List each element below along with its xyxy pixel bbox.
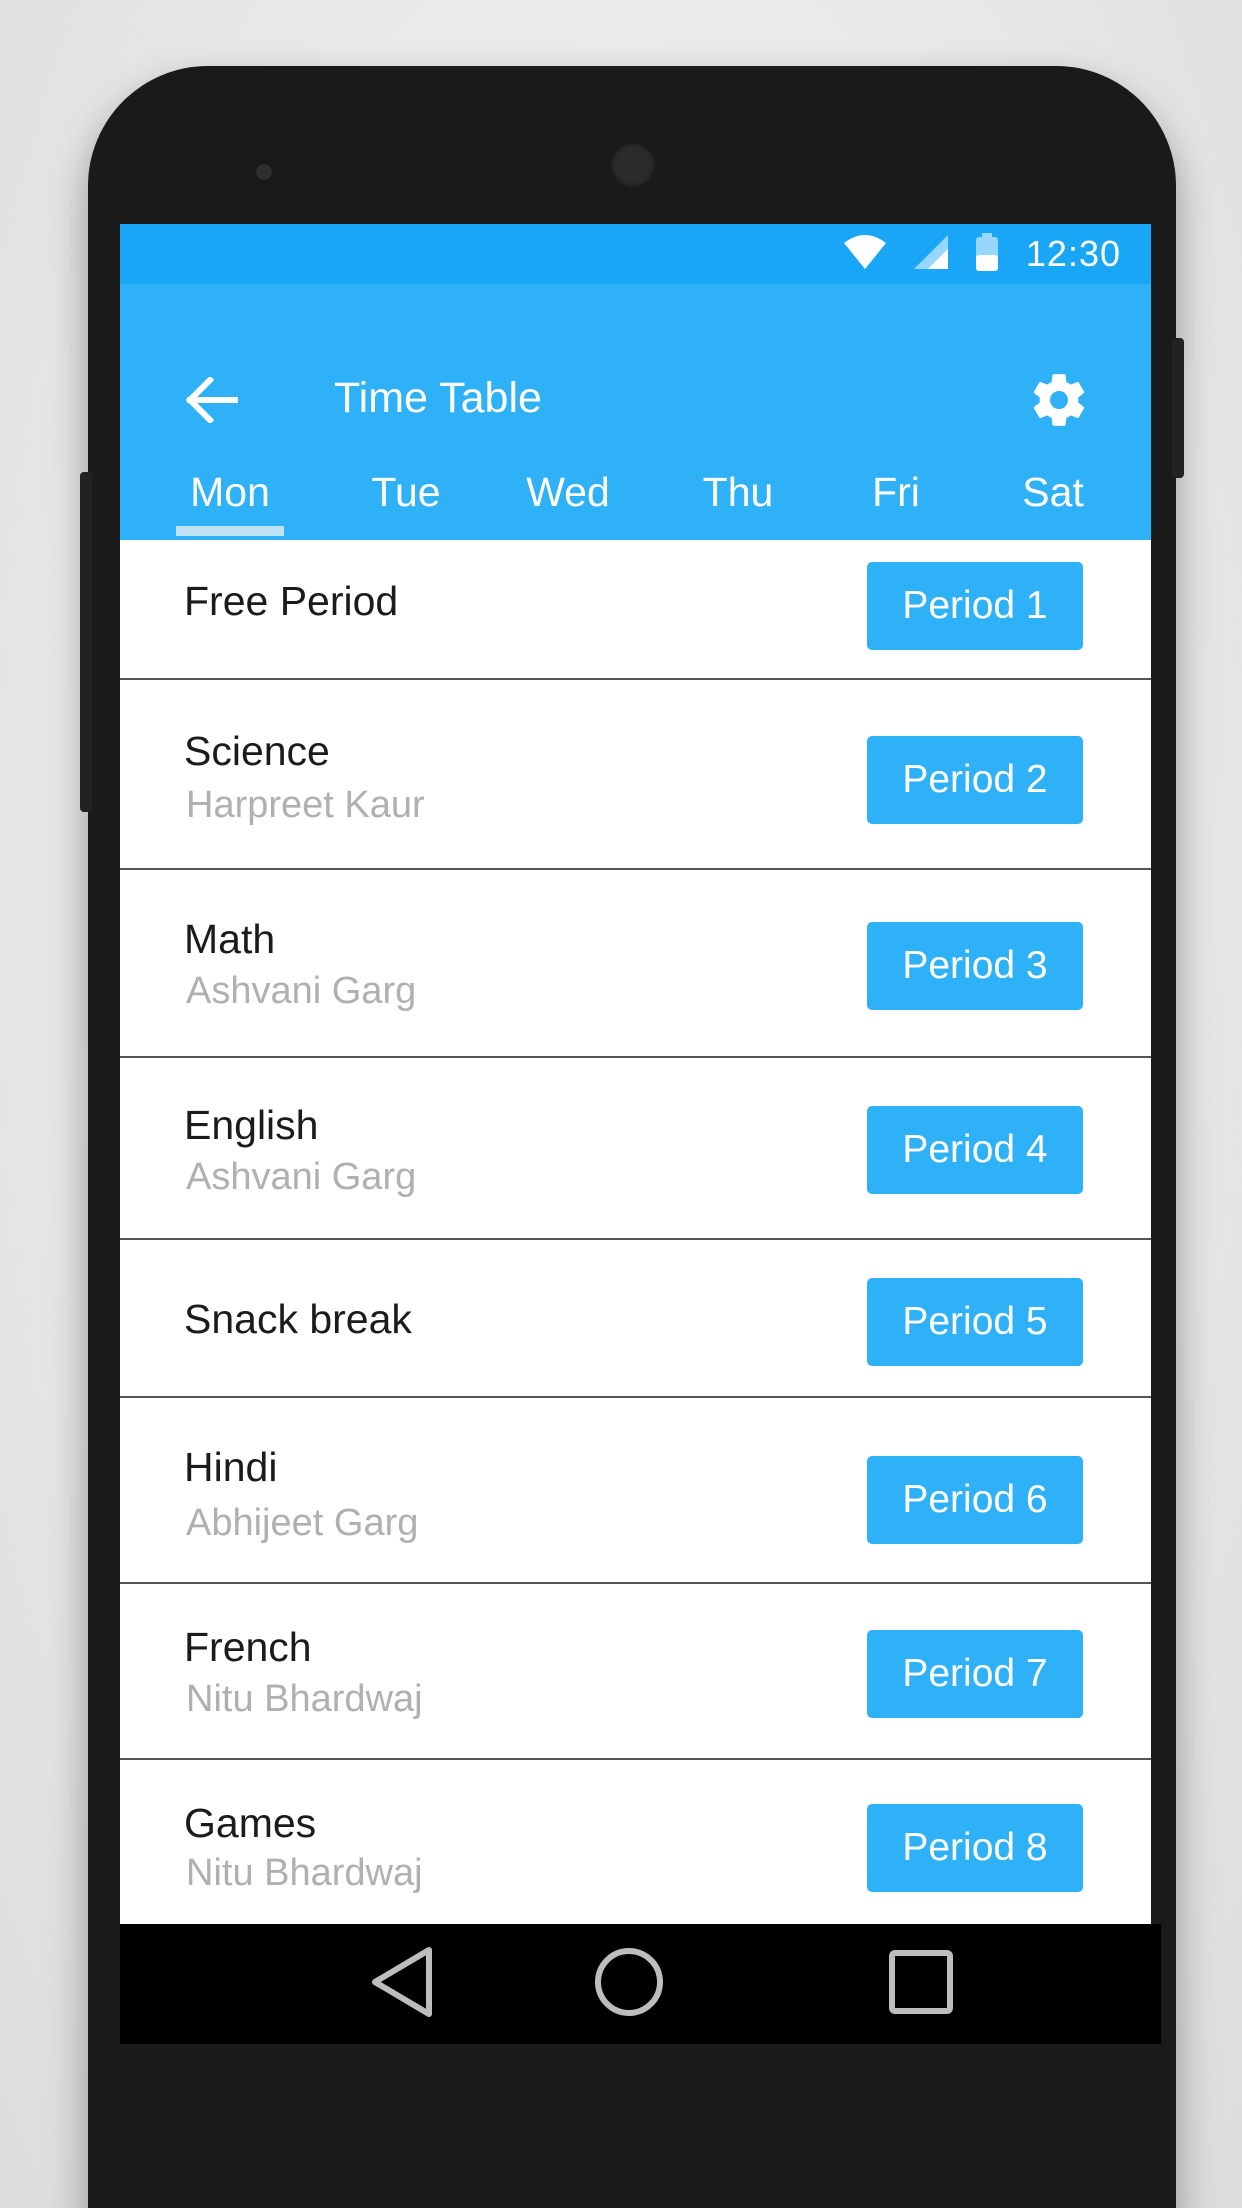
back-triangle-icon xyxy=(369,1946,435,2023)
settings-button[interactable] xyxy=(1023,366,1095,438)
period-5-button[interactable]: Period 5 xyxy=(867,1278,1083,1366)
list-item[interactable]: French Nitu Bhardwaj Period 7 xyxy=(120,1584,1151,1760)
volume-button xyxy=(80,472,92,812)
home-circle-icon xyxy=(593,1946,665,2023)
period-4-button[interactable]: Period 4 xyxy=(867,1106,1083,1194)
period-1-button[interactable]: Period 1 xyxy=(867,562,1083,650)
tab-thu[interactable]: Thu xyxy=(680,464,796,540)
list-item[interactable]: Games Nitu Bhardwaj Period 8 xyxy=(120,1760,1151,1924)
list-item[interactable]: Math Ashvani Garg Period 3 xyxy=(120,870,1151,1058)
list-item[interactable]: Hindi Abhijeet Garg Period 6 xyxy=(120,1398,1151,1584)
tab-wed[interactable]: Wed xyxy=(503,464,633,540)
tab-tue[interactable]: Tue xyxy=(348,464,464,540)
period-6-button[interactable]: Period 6 xyxy=(867,1456,1083,1544)
recents-square-icon xyxy=(888,1949,954,2020)
teacher-name: Harpreet Kaur xyxy=(186,784,425,826)
teacher-name: Ashvani Garg xyxy=(186,970,417,1012)
period-list: Free Period Period 1 Science Harpreet Ka… xyxy=(120,540,1151,1924)
list-item[interactable]: English Ashvani Garg Period 4 xyxy=(120,1058,1151,1240)
page-title: Time Table xyxy=(334,374,542,422)
battery-icon xyxy=(975,232,998,276)
period-7-button[interactable]: Period 7 xyxy=(867,1630,1083,1718)
teacher-name: Nitu Bhardwaj xyxy=(186,1678,423,1720)
nav-back-button[interactable] xyxy=(342,1924,462,2044)
app-bar: Time Table Mon Tue Wed Thu Fri Sat xyxy=(120,284,1151,540)
teacher-name: Abhijeet Garg xyxy=(186,1502,419,1544)
tab-indicator xyxy=(176,526,284,536)
period-2-button[interactable]: Period 2 xyxy=(867,736,1083,824)
tab-sat[interactable]: Sat xyxy=(995,464,1111,540)
wifi-icon xyxy=(843,234,886,274)
period-8-button[interactable]: Period 8 xyxy=(867,1804,1083,1892)
nav-recents-button[interactable] xyxy=(861,1924,981,2044)
subject-name: Math xyxy=(184,916,276,962)
power-button xyxy=(1172,338,1184,478)
tab-fri[interactable]: Fri xyxy=(840,464,952,540)
app-screen: 12:30 Time Table Mon Tue Wed Thu Fri Sat xyxy=(120,224,1151,1924)
navigation-bar xyxy=(120,1924,1161,2044)
status-bar: 12:30 xyxy=(120,224,1151,284)
list-item[interactable]: Science Harpreet Kaur Period 2 xyxy=(120,680,1151,870)
teacher-name: Nitu Bhardwaj xyxy=(186,1852,423,1894)
gear-icon xyxy=(1028,369,1090,436)
subject-name: Science xyxy=(184,728,330,774)
subject-name: Free Period xyxy=(184,578,399,624)
subject-name: English xyxy=(184,1102,319,1148)
nav-home-button[interactable] xyxy=(569,1924,689,2044)
list-item[interactable]: Snack break Period 5 xyxy=(120,1240,1151,1398)
status-time: 12:30 xyxy=(1025,233,1121,274)
list-item[interactable]: Free Period Period 1 xyxy=(120,540,1151,680)
arrow-left-icon xyxy=(185,375,239,428)
back-button[interactable] xyxy=(180,370,244,434)
teacher-name: Ashvani Garg xyxy=(186,1156,417,1198)
subject-name: Hindi xyxy=(184,1444,278,1490)
subject-name: Snack break xyxy=(184,1296,412,1342)
period-3-button[interactable]: Period 3 xyxy=(867,922,1083,1010)
front-camera xyxy=(610,142,656,188)
proximity-sensor xyxy=(256,164,272,180)
subject-name: Games xyxy=(184,1800,317,1846)
signal-icon xyxy=(913,234,948,274)
subject-name: French xyxy=(184,1624,312,1670)
